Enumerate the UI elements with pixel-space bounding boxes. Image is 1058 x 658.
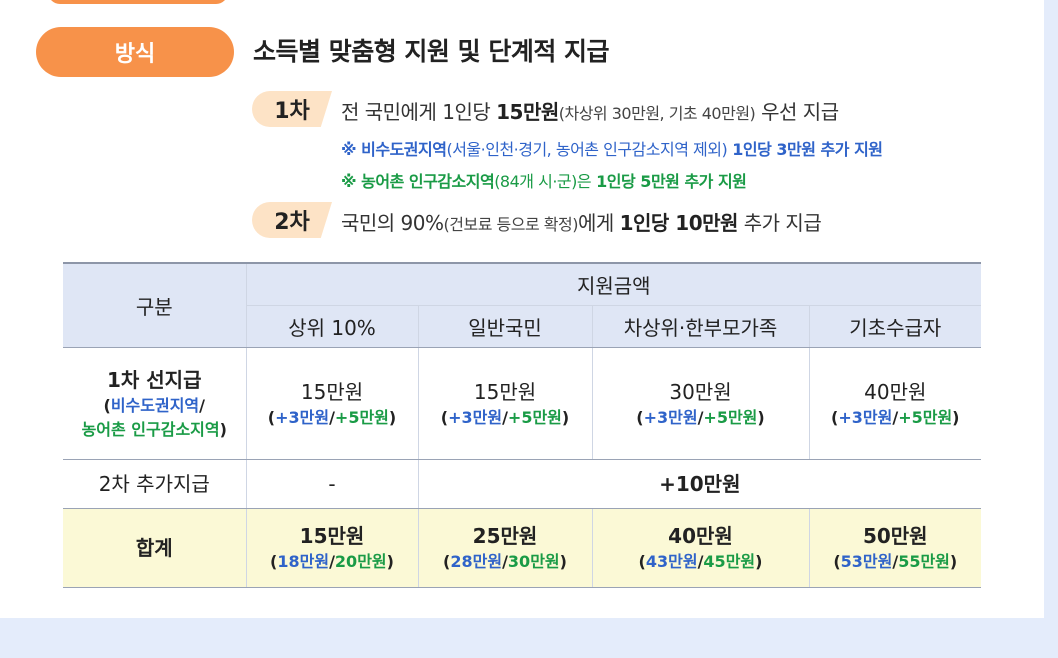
total-blue: 18만원 xyxy=(277,552,330,571)
total-green: 30만원 xyxy=(507,552,560,571)
header-group: 상위 10% xyxy=(246,305,419,348)
method-headline: 소득별 맞춤형 지원 및 단계적 지급 xyxy=(253,37,610,66)
header-amount: 지원금액 xyxy=(246,262,982,306)
content-card: 방식 소득별 맞춤형 지원 및 단계적 지급 1차 전 국민에게 1인당 15만… xyxy=(0,0,1044,618)
cell-value: 40만원 xyxy=(864,379,927,404)
total-blue: 43만원 xyxy=(645,552,698,571)
paren: ( xyxy=(440,407,449,427)
extra-blue: +3만원 xyxy=(643,407,698,427)
total-breakdown: (53만원/55만원) xyxy=(833,552,958,571)
note2-amount: 1인당 5만원 추가 지원 xyxy=(591,172,747,191)
note1-amount: 1인당 3만원 추가 지원 xyxy=(727,140,883,159)
header-group: 일반국민 xyxy=(418,305,593,348)
total-breakdown: (28만원/30만원) xyxy=(443,552,567,571)
row1-label: 1차 선지급 xyxy=(107,367,202,392)
extra-blue: +3만원 xyxy=(448,407,503,427)
extra-green: +5만원 xyxy=(507,407,562,427)
row1-sub-blue: 비수도권지역 xyxy=(110,395,200,415)
row1-sublabel: (비수도권지역/ xyxy=(63,394,246,418)
table-cell: 15만원 (+3만원/+5만원) xyxy=(246,347,419,460)
total-green: 55만원 xyxy=(898,552,950,571)
total-blue: 28만원 xyxy=(450,552,503,571)
paren: ) xyxy=(757,407,765,427)
step2-badge: 2차 xyxy=(252,202,332,238)
table-row-first-payment: 1차 선지급 (비수도권지역/ 농어촌 인구감소지역) 15만원 (+3만원/+… xyxy=(63,347,982,460)
extra-blue: +3만원 xyxy=(838,407,893,427)
total-breakdown: (18만원/20만원) xyxy=(270,552,394,571)
total-main: 40만원 xyxy=(668,524,733,548)
note2-region: ※ 농어촌 인구감소지역 xyxy=(341,172,495,191)
total-green: 45만원 xyxy=(703,552,756,571)
row2-label: 2차 추가지급 xyxy=(63,459,247,509)
step1-text: 전 국민에게 1인당 15만원(차상위 30만원, 기초 40만원) 우선 지급 xyxy=(341,96,839,125)
table-cell: 15만원 (+3만원/+5만원) xyxy=(418,347,593,460)
table-cell: 30만원 (+3만원/+5만원) xyxy=(592,347,810,460)
slash: / xyxy=(199,395,205,415)
paren: ) xyxy=(388,407,397,427)
step2-text-c: 에게 xyxy=(577,211,620,235)
total-cell: 15만원 (18만원/20만원) xyxy=(246,508,419,588)
header-category: 구분 xyxy=(63,262,247,348)
total-main: 15만원 xyxy=(299,524,365,548)
step1-note-regional: ※ 비수도권지역(서울·인천·경기, 농어촌 인구감소지역 제외) 1인당 3만… xyxy=(341,136,883,160)
cell-value: 30만원 xyxy=(669,379,732,404)
cell-value: 15만원 xyxy=(473,379,537,404)
note1-region: ※ 비수도권지역 xyxy=(341,140,447,159)
row2-rest-value: +10만원 xyxy=(418,459,982,509)
cell-value: 15만원 xyxy=(300,379,364,404)
note2-count: (84개 시·군)은 xyxy=(494,172,592,191)
row1-sublabel-2: 농어촌 인구감소지역) xyxy=(63,418,246,442)
header-group: 기초수급자 xyxy=(809,305,982,348)
step2-text: 국민의 90%(건보료 등으로 확정)에게 1인당 10만원 추가 지급 xyxy=(341,207,822,236)
step2-detail: (건보료 등으로 확정) xyxy=(443,215,579,234)
paren: ) xyxy=(561,407,570,427)
paren: ( xyxy=(636,407,644,427)
table-row-second-payment: 2차 추가지급 - +10만원 xyxy=(63,459,982,509)
support-amount-table: 구분 지원금액 상위 10% 일반국민 차상위·한부모가족 기초수급자 1차 선… xyxy=(63,262,982,588)
total-cell: 40만원 (43만원/45만원) xyxy=(592,508,810,588)
extra-blue: +3만원 xyxy=(275,407,330,427)
total-cell: 50만원 (53만원/55만원) xyxy=(809,508,982,588)
step2-text-e: 추가 지급 xyxy=(737,211,822,235)
row2-first-value: - xyxy=(246,459,419,509)
cell-extra: (+3만원/+5만원) xyxy=(593,406,809,430)
row1-sub-green: 농어촌 인구감소지역 xyxy=(81,419,220,439)
total-main: 25만원 xyxy=(472,524,538,548)
step2-badge-label: 2차 xyxy=(274,210,310,235)
step2-text-a: 국민의 90% xyxy=(341,211,444,235)
note1-exclusion: (서울·인천·경기, 농어촌 인구감소지역 제외) xyxy=(446,140,728,159)
step1-detail: (차상위 30만원, 기초 40만원) xyxy=(558,104,756,123)
header-group: 차상위·한부모가족 xyxy=(592,305,810,348)
step2-amount: 1인당 10만원 xyxy=(619,211,739,235)
table-cell: 40만원 (+3만원/+5만원) xyxy=(809,347,982,460)
step1-note-rural: ※ 농어촌 인구감소지역(84개 시·군)은 1인당 5만원 추가 지원 xyxy=(341,168,747,192)
cell-extra: (+3만원/+5만원) xyxy=(810,406,982,430)
paren: ) xyxy=(952,407,960,427)
step1-badge: 1차 xyxy=(252,91,332,127)
extra-green: +5만원 xyxy=(703,407,758,427)
paren: ( xyxy=(267,407,276,427)
extra-green: +5만원 xyxy=(898,407,953,427)
step1-text-a: 전 국민에게 1인당 xyxy=(341,100,497,124)
extra-green: +5만원 xyxy=(334,407,389,427)
table-row-total: 합계 15만원 (18만원/20만원) 25만원 (28만원/30만원) 40만… xyxy=(63,508,982,588)
total-main: 50만원 xyxy=(862,524,928,548)
cell-extra: (+3만원/+5만원) xyxy=(247,406,418,430)
method-label: 방식 xyxy=(114,42,156,67)
step1-text-d: 우선 지급 xyxy=(755,100,839,124)
step1-badge-label: 1차 xyxy=(274,99,310,124)
total-label: 합계 xyxy=(63,508,247,588)
step1-amount: 15만원 xyxy=(496,100,559,124)
method-label-pill: 방식 xyxy=(36,27,234,77)
total-breakdown: (43만원/45만원) xyxy=(638,552,763,571)
total-blue: 53만원 xyxy=(840,552,893,571)
paren: ( xyxy=(103,395,111,415)
row-label-first: 1차 선지급 (비수도권지역/ 농어촌 인구감소지역) xyxy=(63,347,247,460)
total-cell: 25만원 (28만원/30만원) xyxy=(418,508,593,588)
cell-extra: (+3만원/+5만원) xyxy=(419,406,592,430)
previous-section-pill xyxy=(48,0,228,4)
paren: ) xyxy=(219,419,227,439)
total-green: 20만원 xyxy=(334,552,387,571)
